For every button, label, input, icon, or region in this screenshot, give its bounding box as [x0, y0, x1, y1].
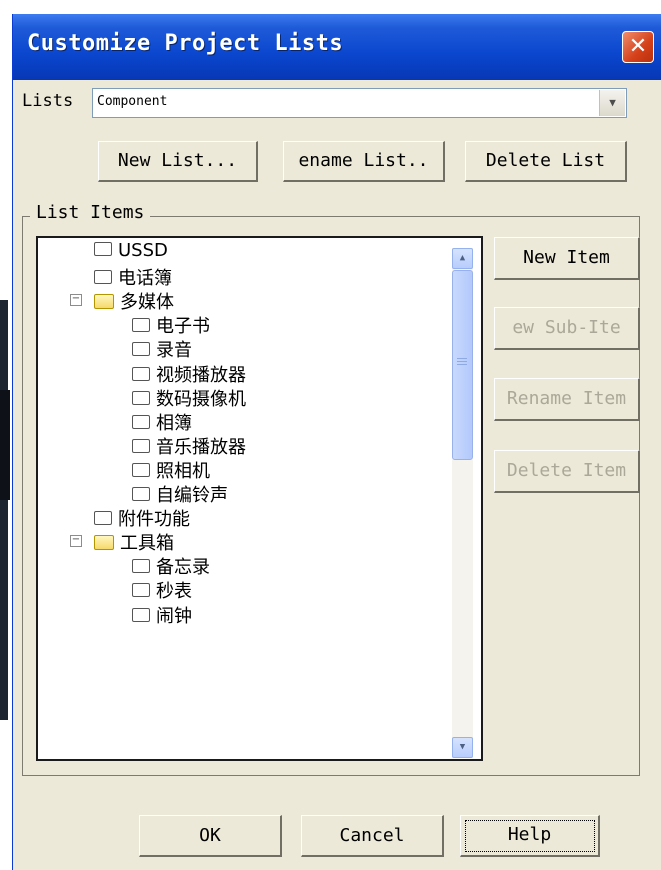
tree-item-label: 附件功能	[118, 509, 190, 531]
delete-item-button[interactable]: Delete Item	[494, 450, 640, 493]
help-button[interactable]: Help	[460, 815, 600, 857]
delete-list-button[interactable]: Delete List	[465, 141, 627, 182]
tree-list-item[interactable]: 录音	[132, 336, 192, 362]
rename-list-button[interactable]: ename List..	[283, 141, 445, 182]
collapse-toggle-icon[interactable]: −	[70, 294, 82, 307]
scroll-down-button[interactable]: ▼	[452, 737, 473, 758]
tree-item-label: 音乐播放器	[156, 436, 246, 458]
title-bar[interactable]: Customize Project Lists ✕	[13, 14, 661, 80]
ok-button-label: OK	[199, 825, 221, 846]
document-icon	[132, 318, 150, 333]
tree-list-item[interactable]: 音乐播放器	[132, 433, 246, 458]
folder-open-icon	[94, 534, 114, 550]
document-icon	[132, 559, 150, 574]
document-icon	[132, 583, 150, 598]
tree-item-label: 数码摄像机	[156, 388, 246, 410]
tree-item-label: 视频播放器	[156, 364, 246, 386]
lists-combobox-value: Component	[97, 94, 168, 109]
tree-list-item[interactable]: 照相机	[132, 457, 210, 482]
new-item-button[interactable]: New Item	[494, 237, 640, 280]
close-icon: ✕	[628, 34, 648, 59]
tree-list-item[interactable]: 闹钟	[132, 602, 192, 627]
chevron-down-icon: ▼	[459, 742, 466, 752]
tree-folder-item[interactable]: − 多媒体	[70, 288, 174, 314]
tree-list-item[interactable]: 附件功能	[94, 505, 190, 531]
help-button-label: Help	[507, 824, 552, 845]
tree-item-label: 工具箱	[120, 533, 174, 555]
rename-list-button-label: ename List..	[298, 150, 429, 171]
new-item-button-label: New Item	[523, 247, 610, 268]
tree-item-label: 相簿	[156, 412, 192, 434]
lists-label: Lists	[22, 91, 74, 111]
tree-item-label: 多媒体	[120, 292, 174, 314]
document-icon	[94, 242, 112, 256]
combobox-dropdown-button[interactable]: ▼	[599, 90, 625, 116]
document-icon	[132, 462, 150, 477]
tree-item-label: 照相机	[156, 460, 210, 482]
document-icon	[132, 607, 150, 622]
delete-item-button-label: Delete Item	[506, 460, 627, 481]
scrollbar-grip-icon	[457, 358, 467, 359]
tree-list-item[interactable]: 电话簿	[94, 264, 172, 290]
folder-open-icon	[94, 293, 114, 309]
tree-item-label: 闹钟	[156, 605, 192, 627]
tree-list-item[interactable]: 数码摄像机	[132, 385, 246, 410]
cancel-button-label: Cancel	[339, 825, 405, 846]
tree-item-label: 电子书	[156, 316, 210, 338]
list-items-group-label: List Items	[30, 202, 151, 223]
document-icon	[132, 438, 150, 453]
new-sub-item-button[interactable]: ew Sub-Ite	[494, 307, 640, 350]
dialog-title: Customize Project Lists	[27, 31, 344, 56]
document-icon	[132, 390, 150, 405]
tree-item-label: 录音	[156, 340, 192, 362]
document-icon	[132, 342, 150, 357]
rename-item-button[interactable]: Rename Item	[494, 378, 640, 421]
tree-item-label: 电话簿	[118, 268, 172, 290]
tree-list-item[interactable]: 电子书	[132, 312, 210, 338]
new-list-button[interactable]: New List...	[98, 141, 258, 182]
background-window-edge	[0, 0, 10, 870]
tree-folder-item[interactable]: − 工具箱	[70, 529, 174, 555]
tree-list-item[interactable]: 相簿	[132, 409, 192, 434]
tree-item-label: 自编铃声	[156, 485, 228, 506]
document-icon	[132, 366, 150, 381]
tree-list-item[interactable]: USSD	[94, 240, 168, 264]
tree-item-label: 秒表	[156, 581, 192, 603]
tree-list-item[interactable]: 自编铃声	[132, 481, 228, 506]
background-dark-strip-2	[0, 390, 10, 500]
document-icon	[132, 414, 150, 429]
chevron-up-icon: ▲	[459, 253, 466, 263]
cancel-button[interactable]: Cancel	[301, 815, 444, 857]
list-items-tree[interactable]: USSD 电话簿 − 多媒体 电子书 录音 视频播放器 数码摄像机 相簿 音乐播放器 照相机自编铃声…	[36, 236, 483, 761]
document-icon	[132, 487, 150, 501]
document-icon	[94, 270, 112, 285]
chevron-down-icon: ▼	[609, 96, 616, 109]
tree-list-item[interactable]: 秒表	[132, 577, 192, 603]
tree-item-label: 备忘录	[156, 557, 210, 579]
tree-list-item[interactable]: 备忘录	[132, 553, 210, 579]
document-icon	[94, 511, 112, 526]
ok-button[interactable]: OK	[139, 815, 282, 857]
close-button[interactable]: ✕	[622, 31, 654, 63]
tree-list-item[interactable]: 视频播放器	[132, 361, 246, 386]
tree-item-label: USSD	[118, 240, 168, 261]
new-list-button-label: New List...	[117, 150, 238, 171]
collapse-toggle-icon[interactable]: −	[70, 535, 82, 548]
rename-item-button-label: Rename Item	[506, 388, 627, 409]
new-sub-item-button-label: ew Sub-Ite	[512, 317, 621, 338]
background-dark-strip	[0, 300, 8, 720]
delete-list-button-label: Delete List	[485, 150, 606, 171]
scroll-up-button[interactable]: ▲	[452, 248, 473, 269]
scrollbar-thumb[interactable]	[452, 270, 473, 460]
lists-combobox[interactable]: Component ▼	[92, 88, 627, 118]
